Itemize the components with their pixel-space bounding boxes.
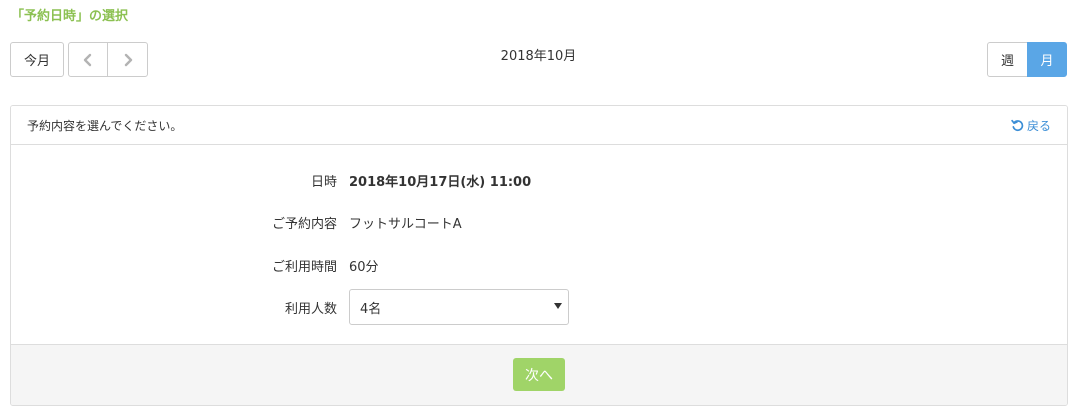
back-link[interactable]: 戻る	[1011, 117, 1051, 134]
calendar-current-month: 2018年10月	[500, 49, 577, 64]
datetime-label: 日時	[310, 174, 337, 190]
calendar-toolbar: 今月 2018年10月 週 月	[10, 42, 1067, 77]
duration-label: ご利用時間	[271, 259, 337, 275]
people-select[interactable]: 4名	[349, 289, 569, 325]
section-title: 「予約日時」の選択	[11, 9, 129, 24]
panel-message: 予約内容を選んでください。	[27, 118, 183, 133]
reservation-panel: 予約内容を選んでください。 戻る 日時 2018年10月17日(水) 11:00…	[10, 105, 1068, 406]
reservation-page: 「予約日時」の選択 今月 2018年10月 週 月 予約内容を選んでください。 …	[0, 0, 1079, 420]
people-row: 利用人数 4名	[11, 289, 1067, 325]
panel-footer: 次へ	[11, 344, 1067, 405]
content-label: ご予約内容	[271, 216, 337, 232]
datetime-value: 2018年10月17日(水) 11:00	[349, 174, 532, 190]
datetime-row: 日時 2018年10月17日(水) 11:00	[11, 170, 1067, 190]
content-row: ご予約内容 フットサルコートA	[11, 212, 1067, 232]
caret-down-icon	[554, 303, 562, 309]
panel-header: 予約内容を選んでください。 戻る	[11, 106, 1067, 145]
back-label: 戻る	[1026, 118, 1051, 133]
week-view-button[interactable]: 週	[987, 42, 1028, 77]
duration-row: ご利用時間 60分	[11, 255, 1067, 275]
people-selected-value: 4名	[360, 301, 382, 317]
duration-value: 60分	[349, 259, 379, 275]
next-step-button[interactable]: 次へ	[513, 358, 565, 391]
people-label: 利用人数	[284, 301, 337, 317]
content-value: フットサルコートA	[349, 216, 462, 232]
reservation-form: 日時 2018年10月17日(水) 11:00 ご予約内容 フットサルコートA …	[11, 145, 1067, 345]
undo-icon	[1011, 119, 1024, 131]
month-view-button[interactable]: 月	[1027, 42, 1067, 77]
